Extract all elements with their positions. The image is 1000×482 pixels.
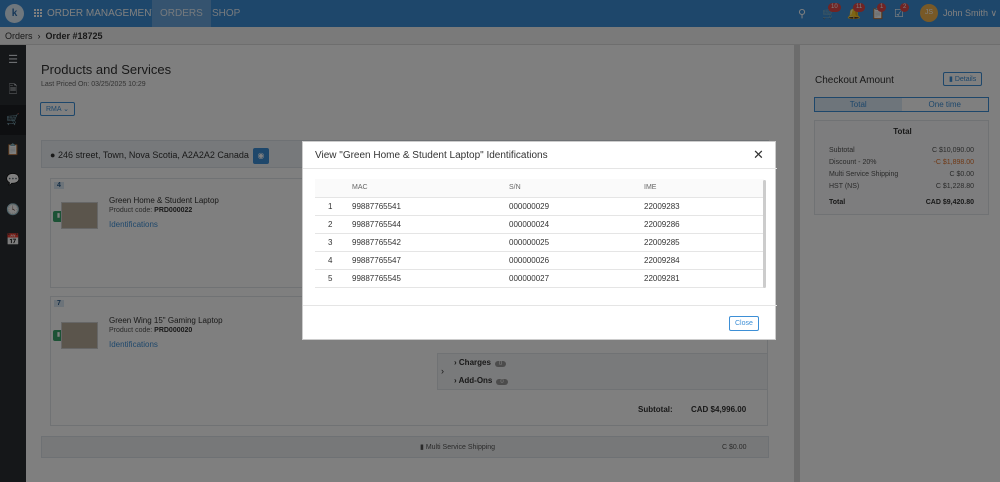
identifications-modal: View "Green Home & Student Laptop" Ident… xyxy=(302,141,777,340)
table-scrollbar[interactable] xyxy=(763,180,766,288)
mac-cell: 99887765547 xyxy=(352,251,509,270)
column-header-mac: MAC xyxy=(352,179,509,198)
ime-cell: 22009284 xyxy=(644,251,764,270)
divider xyxy=(303,305,777,306)
table-row: 1 99887765541 000000029 22009283 xyxy=(315,197,764,216)
close-button[interactable]: Close xyxy=(729,316,759,331)
ime-cell: 22009286 xyxy=(644,215,764,234)
mac-cell: 99887765542 xyxy=(352,233,509,252)
sn-cell: 000000024 xyxy=(509,215,644,234)
sn-cell: 000000026 xyxy=(509,251,644,270)
mac-cell: 99887765541 xyxy=(352,197,509,216)
row-index: 2 xyxy=(315,215,352,234)
column-header-ime: IME xyxy=(644,179,764,198)
close-icon[interactable]: ✕ xyxy=(753,148,764,162)
row-index: 1 xyxy=(315,197,352,216)
row-index: 3 xyxy=(315,233,352,252)
sn-cell: 000000029 xyxy=(509,197,644,216)
sn-cell: 000000025 xyxy=(509,233,644,252)
ime-cell: 22009283 xyxy=(644,197,764,216)
sn-cell: 000000027 xyxy=(509,269,644,288)
table-header-row: MAC S/N IME xyxy=(315,179,764,198)
column-header-index xyxy=(315,179,352,198)
table-row: 3 99887765542 000000025 22009285 xyxy=(315,233,764,252)
mac-cell: 99887765545 xyxy=(352,269,509,288)
table-row: 5 99887765545 000000027 22009281 xyxy=(315,269,764,288)
row-index: 4 xyxy=(315,251,352,270)
column-header-sn: S/N xyxy=(509,179,644,198)
divider xyxy=(303,168,777,169)
identifications-table: MAC S/N IME 1 99887765541 000000029 2200… xyxy=(315,179,764,288)
ime-cell: 22009281 xyxy=(644,269,764,288)
ime-cell: 22009285 xyxy=(644,233,764,252)
row-index: 5 xyxy=(315,269,352,288)
table-row: 2 99887765544 000000024 22009286 xyxy=(315,215,764,234)
mac-cell: 99887765544 xyxy=(352,215,509,234)
table-row: 4 99887765547 000000026 22009284 xyxy=(315,251,764,270)
modal-title: View "Green Home & Student Laptop" Ident… xyxy=(315,150,548,161)
